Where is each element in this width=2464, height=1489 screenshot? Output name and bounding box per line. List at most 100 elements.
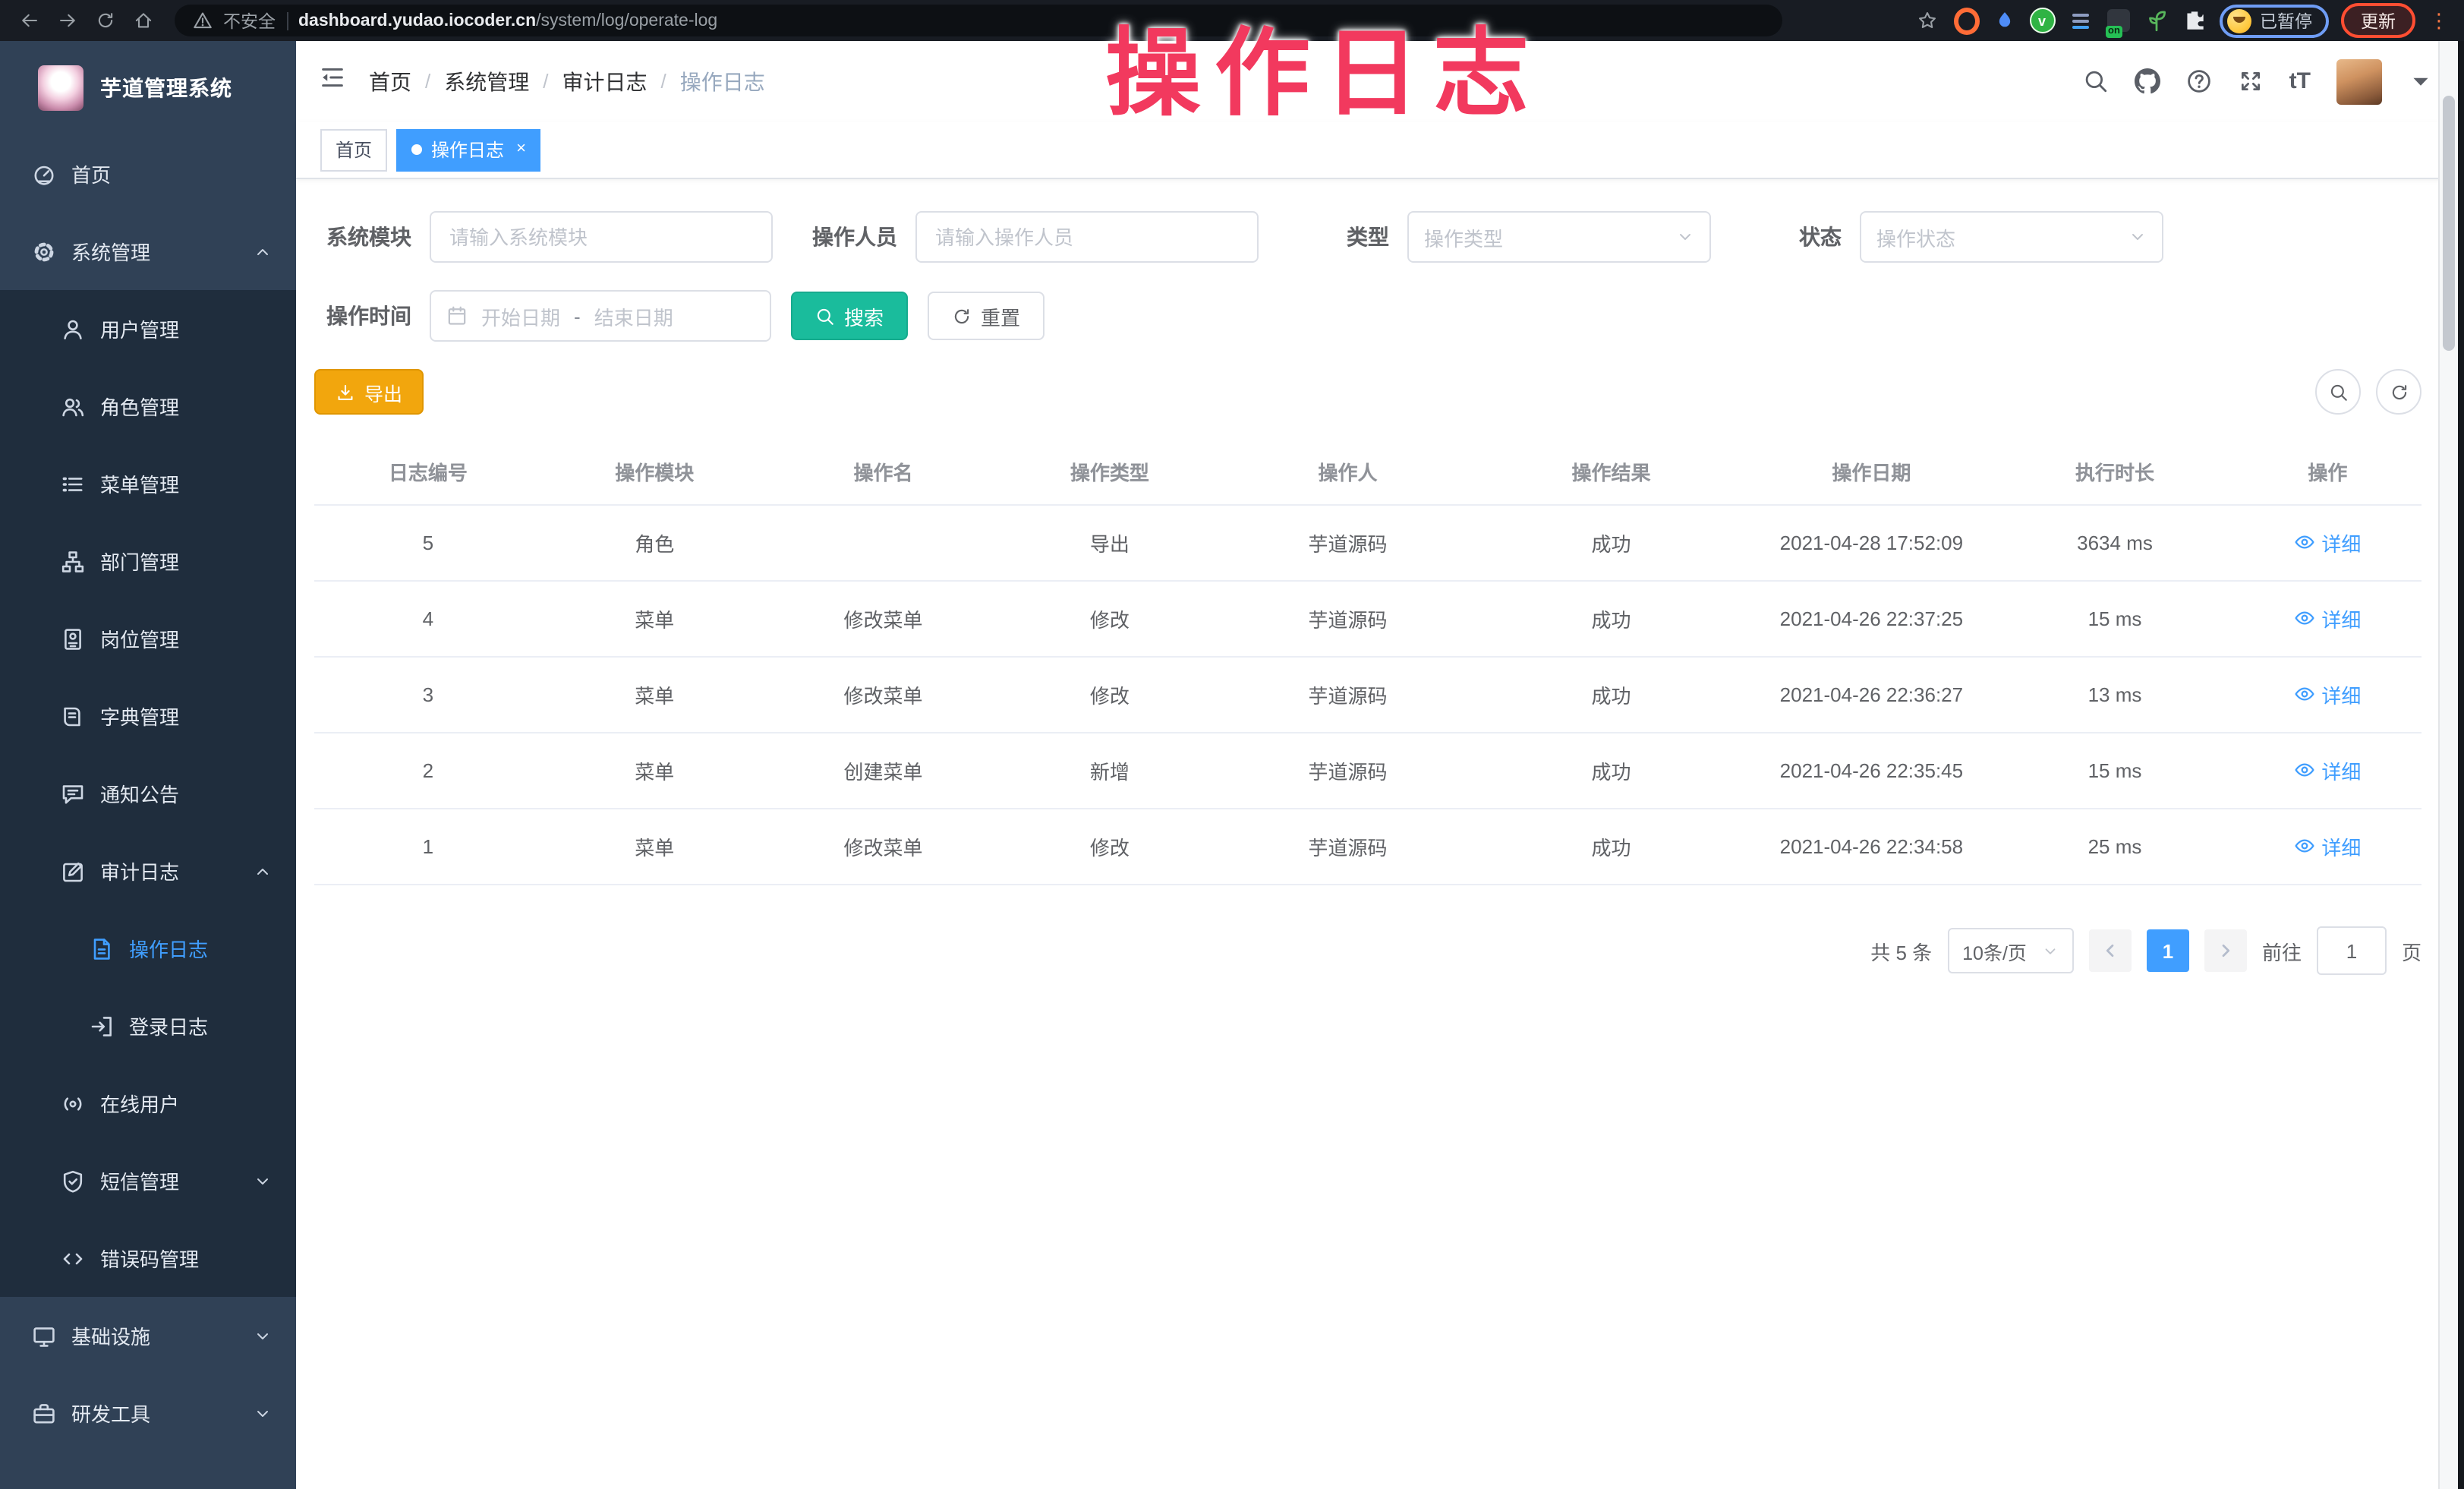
search-button[interactable]: 搜索: [791, 292, 908, 340]
date-end-placeholder: 结束日期: [594, 301, 673, 330]
update-button[interactable]: 更新: [2341, 3, 2415, 38]
table-body: 5角色导出芋道源码成功2021-04-28 17:52:093634 ms详细4…: [314, 505, 2421, 885]
back-icon[interactable]: [15, 7, 43, 34]
sidebar-item[interactable]: 研发工具: [0, 1374, 296, 1452]
extension-bars-icon[interactable]: [2067, 8, 2093, 33]
sidebar-item[interactable]: 登录日志: [0, 987, 296, 1065]
sidebar-collapse-icon[interactable]: [319, 64, 346, 99]
badge-icon: [61, 626, 85, 651]
filter-row-1: 系统模块 操作人员 类型 操作类型 状态 操作状态: [314, 211, 2421, 263]
avatar-caret-icon[interactable]: [2408, 68, 2434, 94]
refresh-icon[interactable]: [2376, 369, 2421, 415]
sidebar-item[interactable]: 操作日志: [0, 910, 296, 987]
module-input[interactable]: [430, 211, 773, 263]
table-cell: 3: [314, 657, 542, 733]
goto-page-input[interactable]: [2317, 926, 2387, 975]
github-icon[interactable]: [2135, 68, 2160, 94]
tab-home[interactable]: 首页: [320, 128, 387, 171]
scrollbar-thumb[interactable]: [2443, 96, 2455, 351]
extension-orange-ring-icon[interactable]: [1953, 8, 1979, 33]
sidebar-item[interactable]: 系统管理: [0, 213, 296, 290]
page-scrollbar[interactable]: [2438, 41, 2458, 1489]
toggle-search-icon[interactable]: [2315, 369, 2361, 415]
sidebar-item[interactable]: 岗位管理: [0, 600, 296, 677]
export-button[interactable]: 导出: [314, 369, 424, 415]
tab-close-icon[interactable]: ×: [516, 141, 526, 158]
sidebar-item[interactable]: 审计日志: [0, 832, 296, 910]
url-path: /system/log/operate-log: [536, 11, 717, 30]
chevron-up-icon: [254, 862, 272, 880]
sidebar-item[interactable]: 错误码管理: [0, 1219, 296, 1297]
date-range-picker[interactable]: 开始日期 - 结束日期: [430, 290, 771, 342]
sidebar-item[interactable]: 短信管理: [0, 1142, 296, 1219]
sidebar-item-label: 用户管理: [100, 314, 179, 343]
monitor-icon: [32, 1323, 56, 1348]
reset-button[interactable]: 重置: [928, 292, 1045, 340]
breadcrumb-audit[interactable]: 审计日志: [562, 66, 648, 96]
fullscreen-icon[interactable]: [2238, 68, 2264, 94]
sidebar-item[interactable]: 在线用户: [0, 1065, 296, 1142]
breadcrumb-home[interactable]: 首页: [369, 66, 411, 96]
action-cell: 详细: [2234, 733, 2421, 809]
app-title: 芋道管理系统: [100, 73, 232, 103]
home-icon[interactable]: [129, 7, 156, 34]
prev-page-button[interactable]: [2089, 929, 2132, 972]
status-select[interactable]: 操作状态: [1860, 211, 2163, 263]
sidebar-item[interactable]: 字典管理: [0, 677, 296, 755]
extension-leaf-icon[interactable]: [2143, 8, 2169, 33]
tab-operate-log[interactable]: 操作日志 ×: [396, 128, 541, 171]
type-select[interactable]: 操作类型: [1407, 211, 1711, 263]
sidebar-item[interactable]: 菜单管理: [0, 445, 296, 522]
bookmark-star-icon[interactable]: [1914, 7, 1941, 34]
table-cell: 15 ms: [1996, 581, 2234, 657]
sidebar-item[interactable]: 用户管理: [0, 290, 296, 368]
table-cell: 2021-04-28 17:52:09: [1747, 505, 1996, 581]
tab-label: 操作日志: [431, 137, 504, 162]
forward-icon[interactable]: [53, 7, 80, 34]
detail-link[interactable]: 详细: [2294, 528, 2361, 557]
eye-icon: [2294, 836, 2315, 857]
profile-paused-chip[interactable]: 已暂停: [2219, 4, 2329, 37]
table-cell: 修改: [999, 657, 1220, 733]
sidebar-item[interactable]: 角色管理: [0, 368, 296, 445]
detail-link[interactable]: 详细: [2294, 604, 2361, 633]
pagination: 共 5 条 10条/页 1 前往 页: [314, 926, 2421, 975]
reload-icon[interactable]: [91, 7, 118, 34]
breadcrumb-system[interactable]: 系统管理: [444, 66, 529, 96]
operator-input[interactable]: [915, 211, 1259, 263]
page-content: 系统模块 操作人员 类型 操作类型 状态 操作状态: [296, 179, 2464, 1489]
table-cell: 菜单: [542, 733, 767, 809]
table-row: 3菜单修改菜单修改芋道源码成功2021-04-26 22:36:2713 ms详…: [314, 657, 2421, 733]
extension-green-v-icon[interactable]: v: [2029, 8, 2055, 33]
sidebar-item-label: 首页: [71, 159, 111, 188]
page-number-1[interactable]: 1: [2147, 929, 2189, 972]
table-cell: 芋道源码: [1221, 505, 1476, 581]
browser-menu-icon[interactable]: ⋮: [2429, 8, 2449, 33]
extension-dark-on-icon[interactable]: on: [2105, 8, 2131, 33]
detail-link[interactable]: 详细: [2294, 832, 2361, 861]
search-icon[interactable]: [2083, 68, 2109, 94]
table-cell: 芋道源码: [1221, 733, 1476, 809]
next-page-button[interactable]: [2204, 929, 2247, 972]
table-cell: 2021-04-26 22:37:25: [1747, 581, 1996, 657]
search-button-label: 搜索: [844, 301, 884, 330]
filter-row-2: 操作时间 开始日期 - 结束日期 搜索 重置: [314, 290, 2421, 342]
sidebar-logo[interactable]: 芋道管理系统: [0, 41, 296, 135]
sidebar-item-label: 操作日志: [129, 934, 208, 963]
url-bar[interactable]: 不安全 dashboard.yudao.iocoder.cn/system/lo…: [175, 5, 1782, 36]
sidebar-item[interactable]: 通知公告: [0, 755, 296, 832]
detail-link[interactable]: 详细: [2294, 756, 2361, 785]
sidebar-item[interactable]: 首页: [0, 135, 296, 213]
page-size-select[interactable]: 10条/页: [1947, 928, 2074, 973]
sidebar-item[interactable]: 部门管理: [0, 522, 296, 600]
time-label: 操作时间: [326, 301, 430, 331]
detail-link[interactable]: 详细: [2294, 680, 2361, 709]
sidebar-item[interactable]: 基础设施: [0, 1297, 296, 1374]
help-icon[interactable]: [2186, 68, 2212, 94]
user-avatar[interactable]: [2336, 58, 2382, 104]
font-size-icon[interactable]: tT: [2289, 68, 2311, 94]
table-cell: 5: [314, 505, 542, 581]
extensions-puzzle-icon[interactable]: [2181, 8, 2207, 33]
extension-blue-drop-icon[interactable]: [1991, 8, 2017, 33]
table-cell: 25 ms: [1996, 809, 2234, 885]
